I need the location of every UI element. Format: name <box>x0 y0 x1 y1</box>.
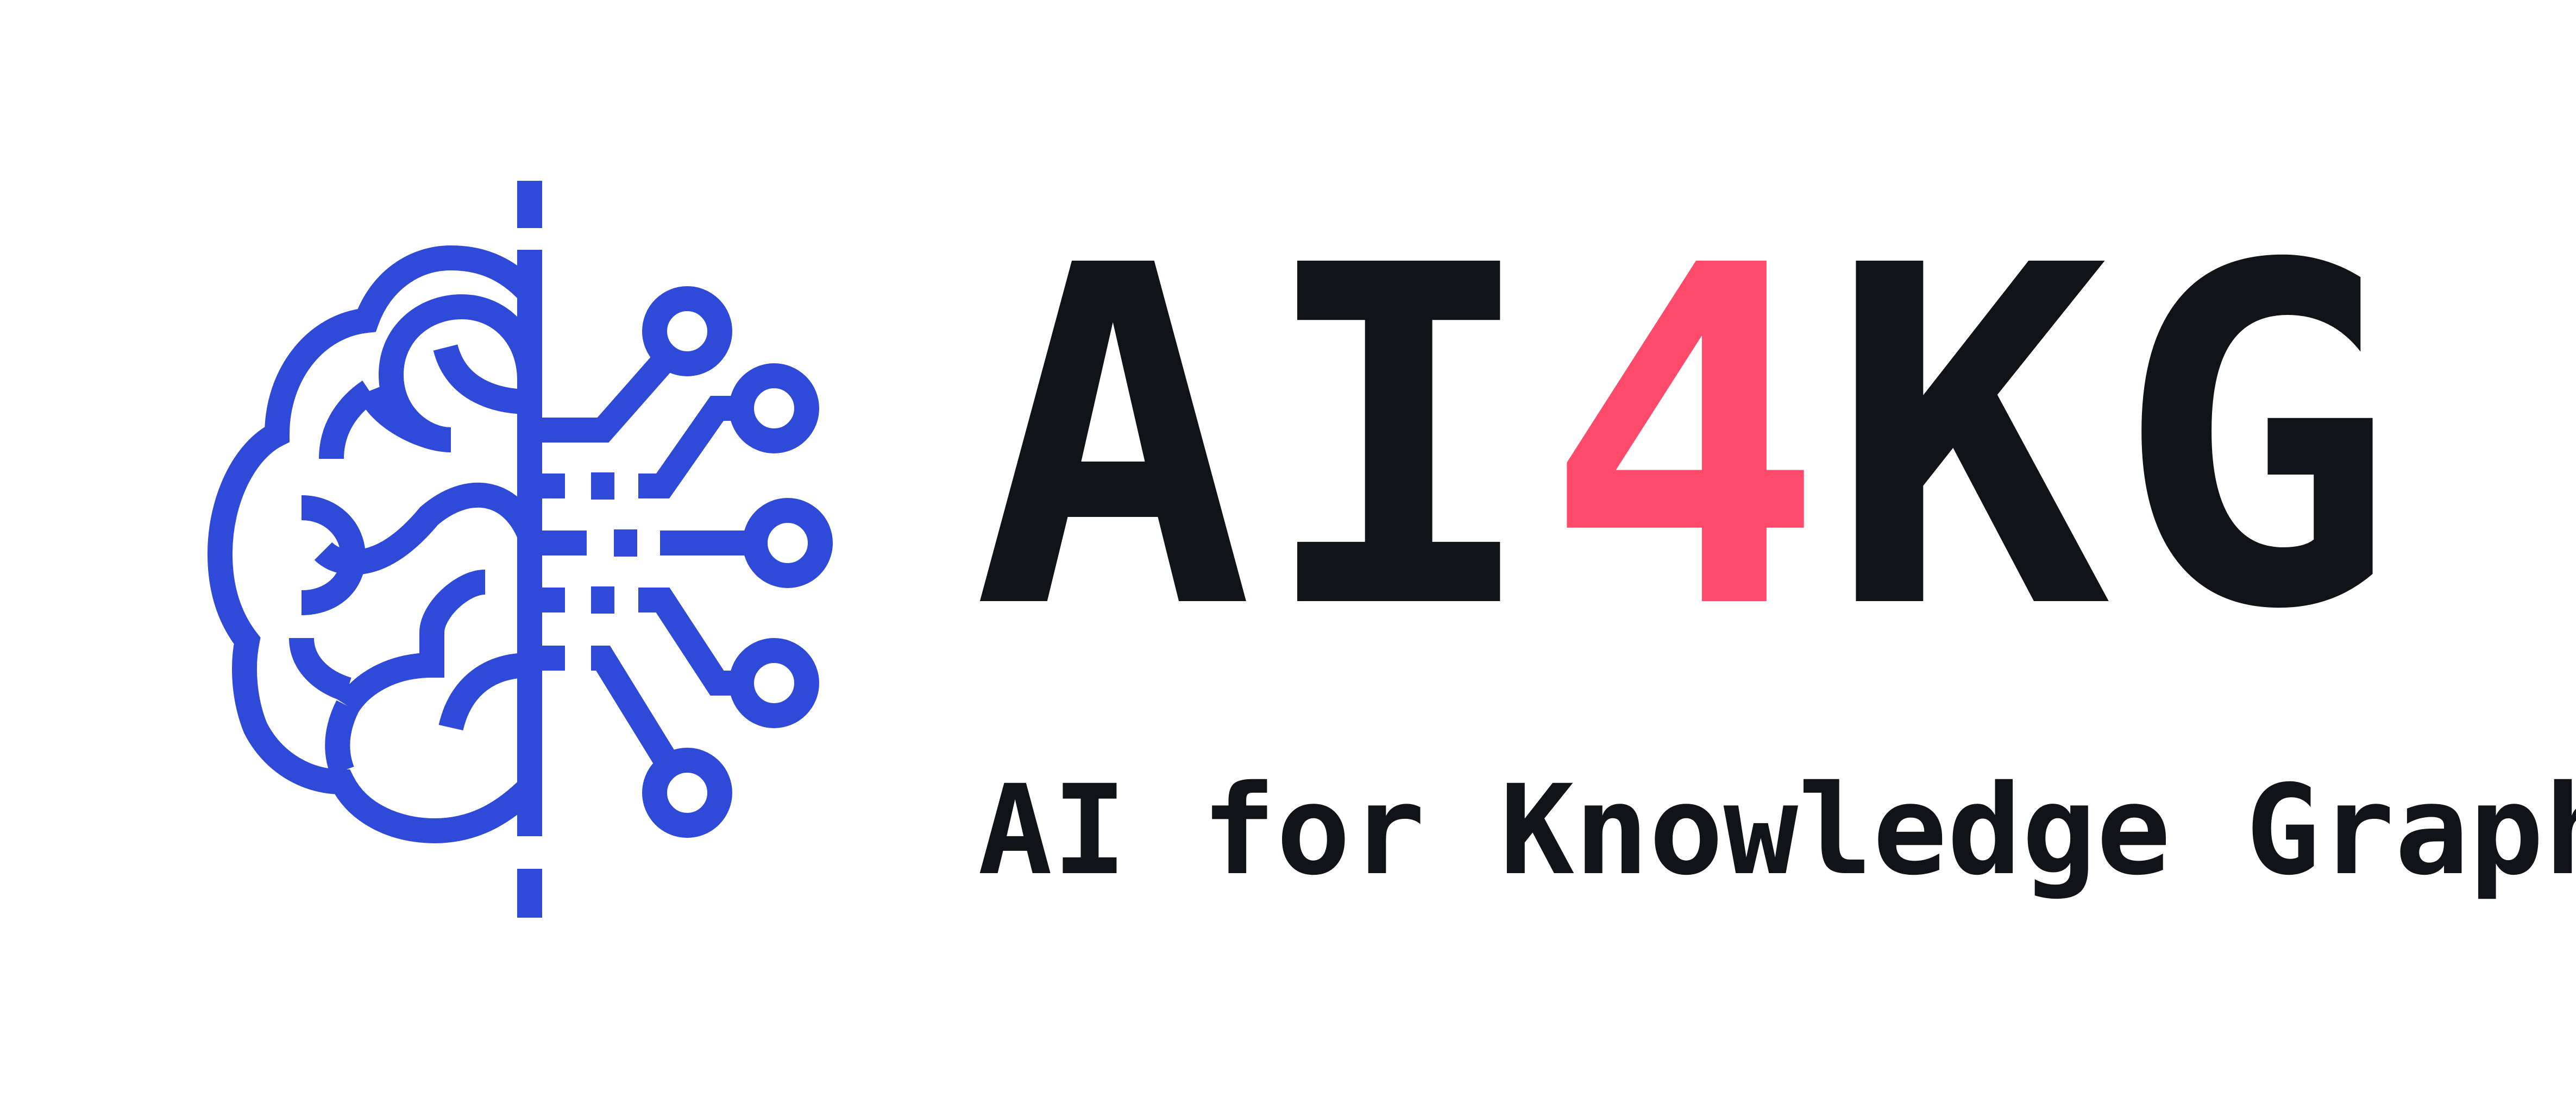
brain-fold-3 <box>357 386 452 452</box>
brain-fold-10 <box>325 700 359 776</box>
brain-fold-4 <box>319 380 377 459</box>
logo-wordmark: A I 4 K G <box>972 206 2401 673</box>
node-4 <box>729 638 819 728</box>
wordmark-letter-accent: 4 <box>1543 168 1830 711</box>
logo-tagline: AI for Knowledge Graph <box>978 758 2576 902</box>
node-3 <box>743 498 833 588</box>
pad-1 <box>591 472 614 500</box>
wordmark-letter: I <box>1258 168 1544 711</box>
pad-2 <box>614 529 637 557</box>
node-2 <box>729 363 819 453</box>
wordmark-letter: K <box>1829 168 2115 711</box>
node-5 <box>642 748 732 838</box>
brain-outline <box>207 245 539 844</box>
pad-3 <box>591 586 614 614</box>
wordmark-letter: G <box>2115 168 2401 711</box>
trace-1 <box>530 344 681 443</box>
node-1 <box>642 286 732 376</box>
wordmark-letter: A <box>972 168 1258 711</box>
trace-9 <box>591 646 682 775</box>
brain-fold-8 <box>289 637 352 702</box>
logo-page: A I 4 K G AI for Knowledge Graph <box>0 0 2576 1105</box>
